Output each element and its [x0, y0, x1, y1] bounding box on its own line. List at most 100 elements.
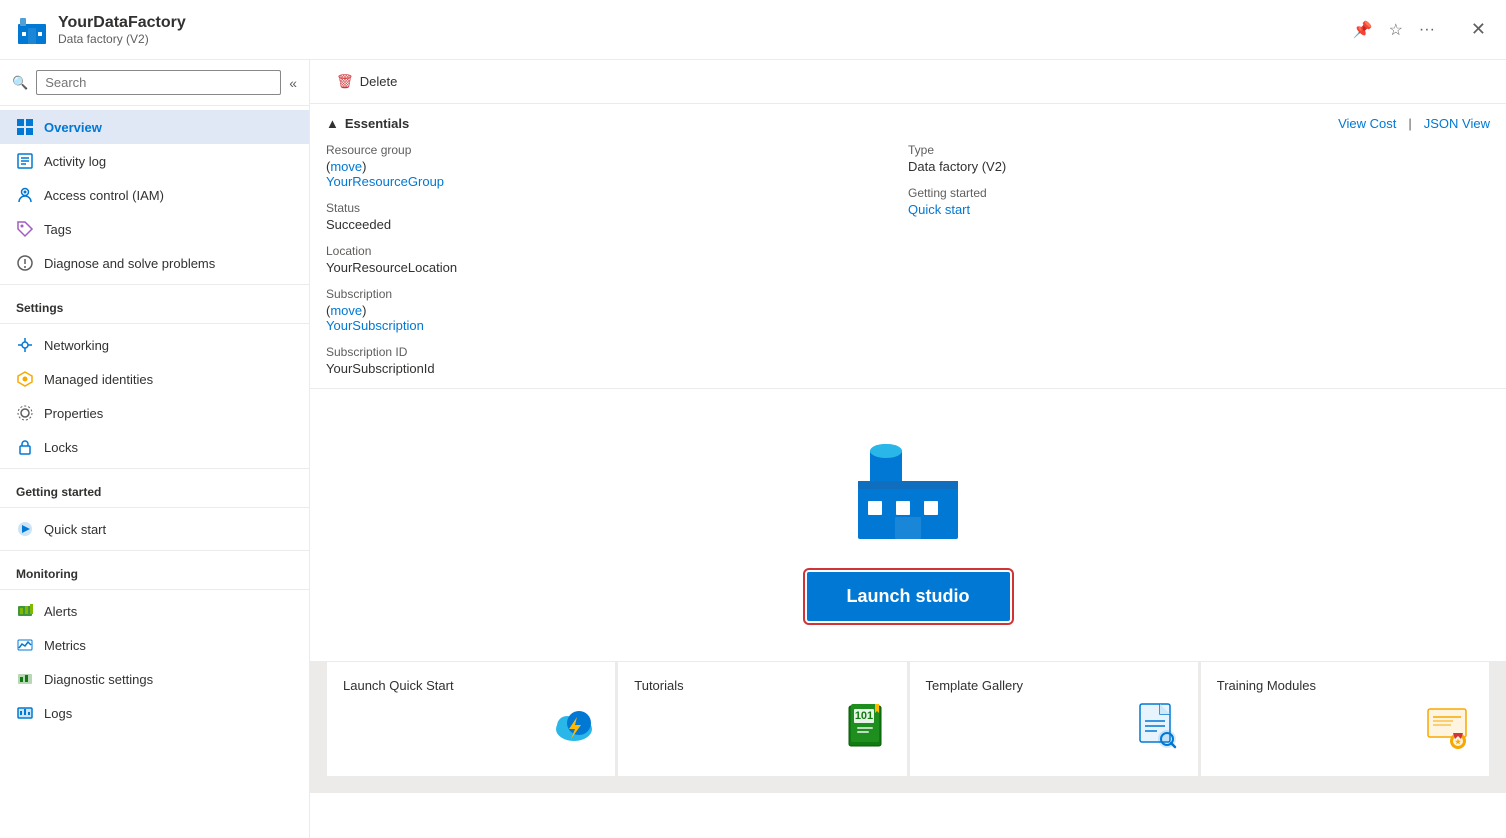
sidebar-collapse-button[interactable]: «: [289, 75, 297, 91]
resource-group-move-link[interactable]: move: [330, 159, 362, 174]
subscription-id-label: Subscription ID: [326, 345, 908, 359]
location-field: Location YourResourceLocation: [326, 244, 908, 275]
getting-started-label: Getting started: [908, 186, 1490, 200]
sidebar-item-activity-log[interactable]: Activity log: [0, 144, 309, 178]
diagnostic-settings-icon: [16, 670, 34, 688]
launch-studio-button[interactable]: Launch studio: [807, 572, 1010, 621]
status-label: Status: [326, 201, 908, 215]
resource-group-field: Resource group (move) YourResourceGroup: [326, 143, 908, 189]
location-value: YourResourceLocation: [326, 260, 908, 275]
quick-start-icon: [16, 520, 34, 538]
launch-quick-start-icon: [549, 701, 599, 760]
subscription-id-value: YourSubscriptionId: [326, 361, 908, 376]
search-icon: 🔍: [12, 75, 28, 91]
access-control-icon: [16, 186, 34, 204]
subscription-move-link[interactable]: move: [330, 303, 362, 318]
template-gallery-card[interactable]: Template Gallery: [909, 661, 1199, 777]
quick-start-link[interactable]: Quick start: [908, 202, 970, 217]
activity-log-icon: [16, 152, 34, 170]
tutorials-title: Tutorials: [634, 678, 890, 693]
type-label: Type: [908, 143, 1490, 157]
tags-icon: [16, 220, 34, 238]
essentials-title: ▲ Essentials: [326, 116, 409, 131]
sidebar-item-alerts[interactable]: Alerts: [0, 594, 309, 628]
type-field: Type Data factory (V2): [908, 143, 1490, 174]
template-gallery-icon: [1132, 701, 1182, 760]
sidebar-item-logs-label: Logs: [44, 706, 72, 721]
sidebar-item-tags[interactable]: Tags: [0, 212, 309, 246]
launch-quick-start-title: Launch Quick Start: [343, 678, 599, 693]
subscription-label-text: (move): [326, 303, 366, 318]
sidebar-item-overview-label: Overview: [44, 120, 102, 135]
cards-section: Launch Quick Start: [310, 661, 1506, 793]
delete-button[interactable]: 🗑 Delete: [326, 68, 407, 95]
sidebar-item-managed-identities[interactable]: Managed identities: [0, 362, 309, 396]
diagnose-icon: [16, 254, 34, 272]
sidebar-item-access-control-label: Access control (IAM): [44, 188, 164, 203]
sidebar-item-quick-start[interactable]: Quick start: [0, 512, 309, 546]
sidebar-item-managed-identities-label: Managed identities: [44, 372, 153, 387]
subscription-value-link[interactable]: YourSubscription: [326, 318, 424, 333]
app-subtitle: Data factory (V2): [58, 32, 1349, 46]
overview-icon: [16, 118, 34, 136]
sidebar-item-properties[interactable]: Properties: [0, 396, 309, 430]
training-modules-title: Training Modules: [1217, 678, 1473, 693]
sidebar-item-locks[interactable]: Locks: [0, 430, 309, 464]
search-input[interactable]: [36, 70, 281, 95]
sidebar-item-overview[interactable]: Overview: [0, 110, 309, 144]
template-gallery-title: Template Gallery: [926, 678, 1182, 693]
json-view-button[interactable]: JSON View: [1424, 116, 1490, 131]
app-title: YourDataFactory: [58, 14, 1349, 32]
separator: |: [1408, 116, 1411, 131]
subscription-label: Subscription: [326, 287, 908, 301]
sidebar-item-diagnostic-settings[interactable]: Diagnostic settings: [0, 662, 309, 696]
sidebar-item-alerts-label: Alerts: [44, 604, 77, 619]
getting-started-field: Getting started Quick start: [908, 186, 1490, 217]
close-button[interactable]: ✕: [1467, 15, 1490, 44]
sidebar-item-networking[interactable]: Networking: [0, 328, 309, 362]
favorite-button[interactable]: ☆: [1385, 16, 1407, 44]
view-cost-button[interactable]: View Cost: [1338, 116, 1396, 131]
resource-group-value-link[interactable]: YourResourceGroup: [326, 174, 444, 189]
subscription-id-field: Subscription ID YourSubscriptionId: [326, 345, 908, 376]
properties-icon: [16, 404, 34, 422]
launch-quick-start-card[interactable]: Launch Quick Start: [326, 661, 616, 777]
sidebar-item-quick-start-label: Quick start: [44, 522, 106, 537]
monitoring-section-header: Monitoring: [0, 555, 309, 585]
getting-started-section-header: Getting started: [0, 473, 309, 503]
resource-group-label: Resource group: [326, 143, 908, 157]
training-modules-card[interactable]: Training Modules: [1200, 661, 1490, 777]
more-button[interactable]: ···: [1415, 17, 1439, 43]
pin-button[interactable]: 📌: [1349, 16, 1377, 44]
delete-label: Delete: [360, 74, 398, 89]
resource-group-label-text: (move): [326, 159, 366, 174]
status-value: Succeeded: [326, 217, 908, 232]
networking-icon: [16, 336, 34, 354]
alerts-icon: [16, 602, 34, 620]
tutorials-icon: 101: [841, 701, 891, 760]
sidebar-item-diagnose[interactable]: Diagnose and solve problems: [0, 246, 309, 280]
delete-icon: 🗑: [336, 73, 354, 90]
factory-icon: [848, 429, 968, 552]
sidebar-item-diagnostic-settings-label: Diagnostic settings: [44, 672, 153, 687]
sidebar-item-tags-label: Tags: [44, 222, 71, 237]
sidebar-item-activity-log-label: Activity log: [44, 154, 106, 169]
essentials-collapse-icon[interactable]: ▲: [326, 116, 339, 131]
sidebar-item-metrics-label: Metrics: [44, 638, 86, 653]
sidebar-item-locks-label: Locks: [44, 440, 78, 455]
svg-text:101: 101: [854, 710, 872, 722]
training-modules-icon: ★: [1423, 701, 1473, 760]
sidebar-item-metrics[interactable]: Metrics: [0, 628, 309, 662]
sidebar-item-networking-label: Networking: [44, 338, 109, 353]
tutorials-card[interactable]: Tutorials 101: [617, 661, 907, 777]
managed-identities-icon: [16, 370, 34, 388]
metrics-icon: [16, 636, 34, 654]
sidebar-item-access-control[interactable]: Access control (IAM): [0, 178, 309, 212]
location-label: Location: [326, 244, 908, 258]
subscription-field: Subscription (move) YourSubscription: [326, 287, 908, 333]
locks-icon: [16, 438, 34, 456]
sidebar-item-diagnose-label: Diagnose and solve problems: [44, 256, 215, 271]
settings-section-header: Settings: [0, 289, 309, 319]
logs-icon: [16, 704, 34, 722]
sidebar-item-logs[interactable]: Logs: [0, 696, 309, 730]
